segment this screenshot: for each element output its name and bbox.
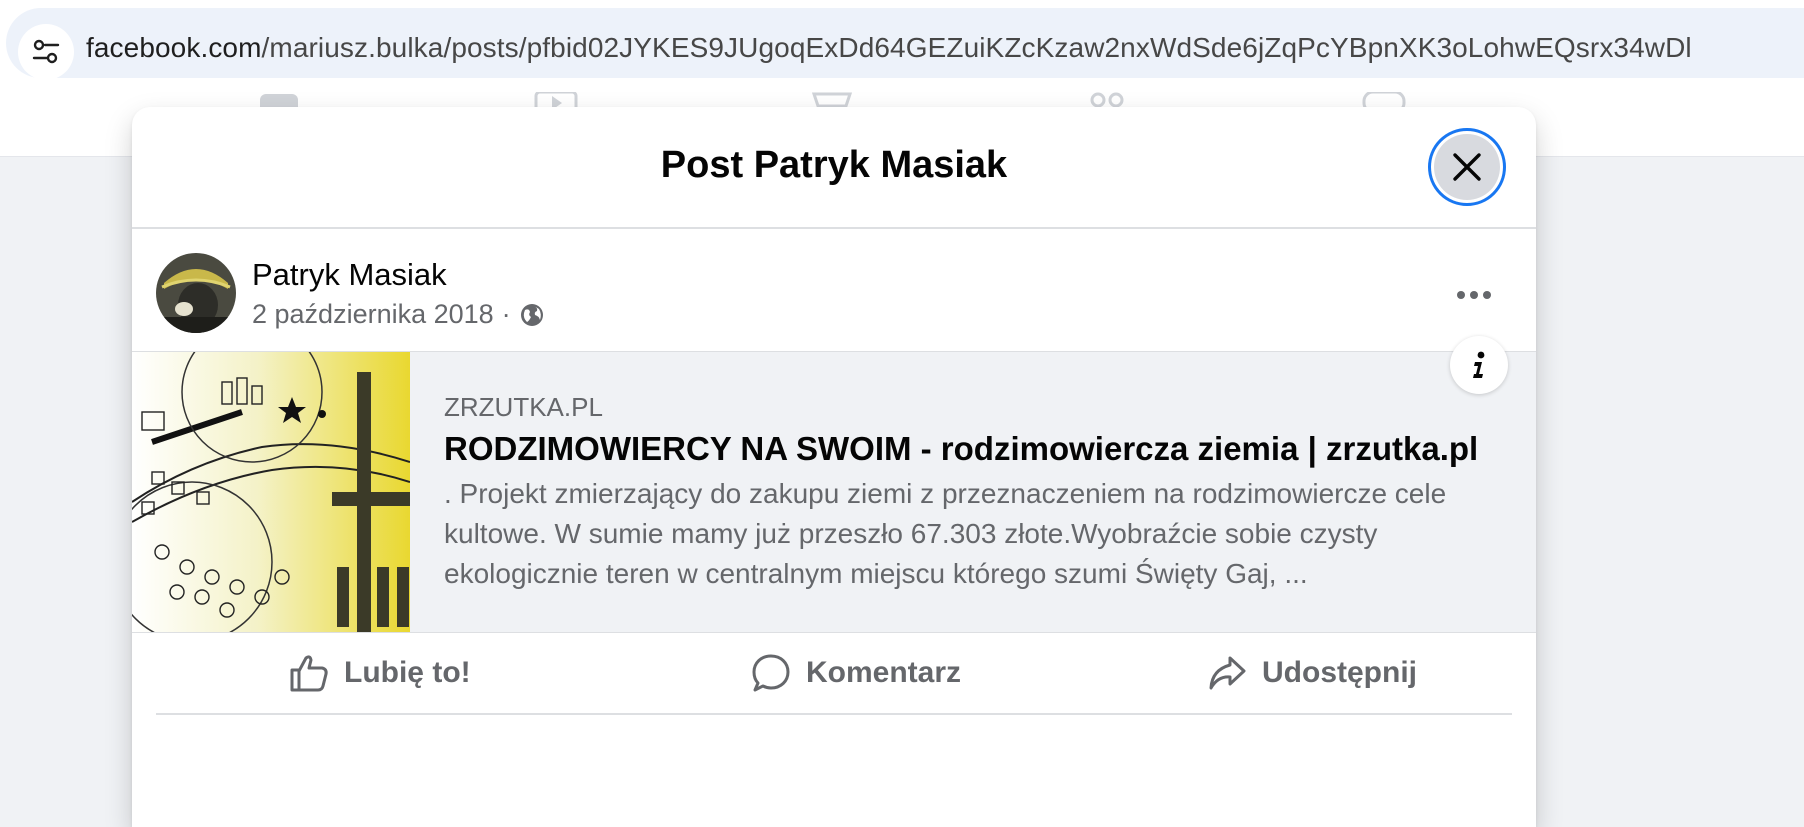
link-thumbnail[interactable] bbox=[132, 352, 410, 632]
comment-button[interactable]: Komentarz bbox=[750, 633, 961, 713]
dialog-title: Post Patryk Masiak bbox=[660, 144, 1008, 186]
url-path: /mariusz.bulka/posts/pfbid02JYKES9JUgoqE… bbox=[261, 32, 1692, 63]
more-horizontal-icon bbox=[1457, 291, 1491, 299]
info-icon bbox=[1473, 351, 1485, 378]
thumbs-up-icon bbox=[290, 655, 328, 692]
link-description: . Projekt zmierzający do zakupu ziemi z … bbox=[444, 478, 1447, 589]
map-thumbnail-image bbox=[132, 352, 410, 632]
avatar[interactable] bbox=[156, 253, 236, 333]
meta-separator: · bbox=[501, 299, 511, 329]
close-button[interactable] bbox=[1428, 128, 1506, 206]
share-label: Udostępnij bbox=[1262, 656, 1417, 689]
comment-label: Komentarz bbox=[806, 656, 962, 689]
url-text[interactable]: facebook.com/mariusz.bulka/posts/pfbid02… bbox=[86, 32, 1692, 64]
share-button[interactable]: Udostępnij bbox=[1206, 633, 1417, 713]
browser-toolbar: facebook.com/mariusz.bulka/posts/pfbid02… bbox=[0, 0, 1804, 89]
post-actions-bar: Lubię to! Komentarz Udostępnij bbox=[156, 633, 1512, 715]
link-preview-card[interactable]: ZRZUTKA.PL RODZIMOWIERCY NA SWOIM - rodz… bbox=[132, 336, 1536, 633]
url-host: facebook.com bbox=[86, 32, 262, 63]
comment-icon bbox=[752, 654, 790, 692]
more-options-button[interactable] bbox=[1446, 267, 1502, 323]
post-meta: 2 października 2018 · bbox=[252, 299, 545, 330]
address-bar[interactable]: facebook.com/mariusz.bulka/posts/pfbid02… bbox=[6, 8, 1804, 80]
author-name[interactable]: Patryk Masiak bbox=[252, 257, 447, 293]
globe-icon bbox=[520, 303, 543, 326]
link-title[interactable]: RODZIMOWIERCY NA SWOIM - rodzimowiercza … bbox=[444, 430, 1478, 468]
link-domain: ZRZUTKA.PL bbox=[444, 392, 603, 422]
tune-icon bbox=[32, 39, 60, 64]
like-label: Lubię to! bbox=[344, 656, 471, 689]
avatar-image bbox=[156, 253, 236, 333]
site-info-button[interactable] bbox=[18, 24, 74, 80]
share-icon bbox=[1209, 656, 1246, 690]
close-icon bbox=[1453, 153, 1481, 181]
like-button[interactable]: Lubię to! bbox=[288, 633, 471, 713]
dialog-header: Post Patryk Masiak bbox=[132, 107, 1536, 229]
post-dialog: Post Patryk Masiak Patryk Masiak 2 paźdz… bbox=[132, 107, 1536, 827]
info-button[interactable] bbox=[1450, 336, 1508, 394]
post-date[interactable]: 2 października 2018 bbox=[252, 299, 494, 330]
